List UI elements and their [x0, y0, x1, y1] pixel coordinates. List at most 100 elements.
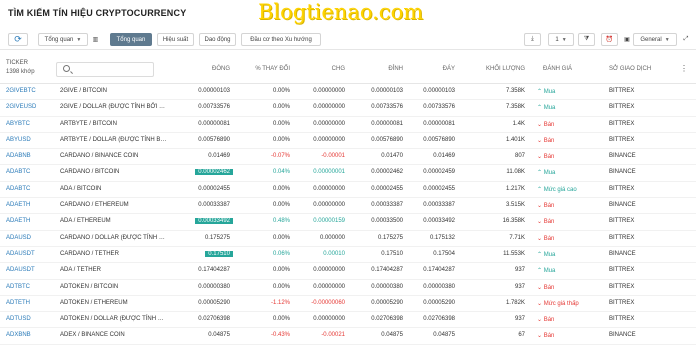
exchange: BITTREX: [609, 120, 635, 127]
table-row[interactable]: 2GIVEUSD 2GIVE / DOLLAR (ĐƯỢC TÍNH BỞI … 0…: [0, 100, 696, 117]
alert-button[interactable]: ⏰: [601, 33, 618, 46]
table-row[interactable]: ADAUSD CARDANO / DOLLAR (ĐƯỢC TÍNH … 0.175…: [0, 231, 696, 247]
ticker-symbol[interactable]: ADAUSDT: [6, 267, 35, 273]
col-header-last[interactable]: ĐÓNG: [150, 66, 230, 72]
table-row[interactable]: ADABTC CARDANO / BITCOIN 0.00002462 0.04% 0.…: [0, 165, 696, 182]
volume: 937: [514, 267, 525, 274]
last-price: 0.00000380: [198, 283, 230, 290]
high-price: 0.02706398: [371, 316, 403, 323]
more-options-icon[interactable]: ⋮: [680, 64, 688, 73]
ticker-search-input[interactable]: [56, 62, 154, 77]
exchange: BITTREX: [609, 136, 635, 143]
last-price: 0.00033492: [150, 218, 233, 225]
table-row[interactable]: ADAUSDT ADA / TETHER 0.17404287 0.00% 0.0000…: [0, 263, 696, 280]
ticker-symbol[interactable]: 2GIVEUSD: [6, 104, 36, 110]
volume: 16.358K: [502, 218, 525, 225]
col-header-low[interactable]: ĐÁY: [403, 66, 455, 72]
exchange: BITTREX: [609, 88, 635, 94]
table-row[interactable]: ADAUSDT CARDANO / TETHER 0.17510 0.06% 0.000…: [0, 247, 696, 264]
high-price: 0.00733576: [371, 104, 403, 111]
col-header-change[interactable]: CHG: [290, 66, 345, 72]
tab-trend[interactable]: Đầu cơ theo Xu hướng: [241, 33, 321, 46]
change-value: 0.00000000: [313, 202, 345, 209]
download-button[interactable]: ⤓: [524, 33, 541, 46]
last-price: 0.00000081: [198, 120, 230, 127]
volume: 7.358K: [505, 104, 525, 111]
arrow-down-icon: ⌄: [537, 154, 544, 161]
low-price: 0.00005290: [423, 299, 455, 306]
high-price: 0.01470: [381, 153, 403, 160]
ticker-symbol[interactable]: ADTBTC: [6, 284, 30, 290]
change-percent: 0.06%: [272, 250, 290, 257]
ticker-symbol[interactable]: ADAUSDT: [6, 251, 35, 257]
tab-overview[interactable]: Tổng quan: [110, 33, 152, 46]
table-row[interactable]: ADABTC ADA / BITCOIN 0.00002455 0.00% 0.0000…: [0, 182, 696, 199]
col-header-exchange[interactable]: SỞ GIAO DỊCH: [609, 66, 651, 72]
last-price: 0.00005290: [198, 299, 230, 306]
col-header-change-percent[interactable]: % THAY ĐỔI: [230, 66, 290, 72]
refresh-button[interactable]: ⟳: [8, 33, 28, 46]
screen-icon[interactable]: ▣: [623, 33, 631, 46]
volume: 11.08K: [506, 169, 525, 176]
ticker-description: 2GIVE / BITCOIN: [60, 88, 108, 94]
filter-button[interactable]: ⧩: [578, 33, 595, 46]
ticker-symbol[interactable]: ABYBTC: [6, 121, 30, 127]
col-header-rating[interactable]: ĐÁNH GIÁ: [543, 66, 572, 72]
low-price: 0.17504: [433, 250, 455, 257]
col-header-volume[interactable]: KHỐI LƯỢNG: [455, 66, 525, 72]
table-row[interactable]: ABYUSD ARTBYTE / DOLLAR (ĐƯỢC TÍNH B… 0.00…: [0, 133, 696, 150]
ticker-symbol[interactable]: ADAETH: [6, 202, 30, 208]
rating: ⌄ Bán: [537, 284, 555, 291]
page-title: TÌM KIẾM TÍN HIỆU CRYPTOCURRENCY: [8, 8, 187, 18]
exchange: BITTREX: [609, 104, 635, 111]
table-row[interactable]: ADAETH CARDANO / ETHEREUM 0.00033387 0.00% 0…: [0, 198, 696, 215]
change-percent: 0.04%: [272, 169, 290, 176]
rating: ⌄ Bán: [537, 317, 555, 324]
rating: ⌄ Bán: [537, 121, 555, 128]
ticker-symbol[interactable]: ADABTC: [6, 169, 30, 175]
table-row[interactable]: ADABNB CARDANO / BINANCE COIN 0.01469 -0.07…: [0, 149, 696, 166]
col-header-high[interactable]: ĐỈNH: [345, 66, 403, 72]
ticker-description: ARTBYTE / BITCOIN: [60, 120, 117, 127]
columns-icon[interactable]: ▥: [89, 33, 102, 46]
change-value: 0.000000: [319, 234, 345, 241]
arrow-down-icon: ⌄: [537, 219, 544, 226]
table-row[interactable]: ADTETH ADTOKEN / ETHEREUM 0.00005290 -1.12%…: [0, 296, 696, 313]
general-select[interactable]: General ▼: [633, 33, 677, 46]
volume: 3.515K: [505, 202, 525, 209]
ticker-symbol[interactable]: 2GIVEBTC: [6, 88, 36, 94]
ticker-symbol[interactable]: ADTETH: [6, 300, 30, 306]
arrow-down-icon: ⌄: [537, 121, 544, 128]
volume: 67: [518, 332, 525, 339]
ticker-description: ADA / BITCOIN: [60, 185, 102, 192]
table-row[interactable]: ADTBTC ADTOKEN / BITCOIN 0.00000380 0.00% 0.…: [0, 280, 696, 296]
last-price: 0.17510: [150, 250, 233, 257]
table-row[interactable]: ADTUSD ADTOKEN / DOLLAR (ĐƯỢC TÍNH … 0.027…: [0, 312, 696, 329]
ticker-symbol[interactable]: ADXBNB: [6, 332, 31, 338]
table-row[interactable]: ADXBNB ADEX / BINANCE COIN 0.04875 -0.43% -0…: [0, 328, 696, 345]
overview-select[interactable]: Tổng quan ▼: [38, 33, 88, 46]
volume: 1.401K: [505, 136, 525, 143]
fullscreen-icon[interactable]: ⤢: [680, 33, 692, 46]
table-row[interactable]: 2GIVEBTC 2GIVE / BITCOIN 0.00000103 0.00% 0.…: [0, 84, 696, 101]
ticker-description: ADTOKEN / DOLLAR (ĐƯỢC TÍNH …: [60, 316, 164, 323]
table-row[interactable]: ABYBTC ARTBYTE / BITCOIN 0.00000081 0.00% 0.…: [0, 117, 696, 133]
chevron-down-icon: ▼: [664, 36, 670, 43]
tab-oscillators[interactable]: Dao động: [199, 33, 236, 46]
low-price: 0.175132: [429, 234, 455, 241]
ticker-symbol[interactable]: ADAUSD: [6, 235, 31, 241]
ticker-symbol[interactable]: ADAETH: [6, 218, 30, 224]
ticker-symbol[interactable]: ABYUSD: [6, 137, 31, 143]
ticker-symbol[interactable]: ADABNB: [6, 153, 31, 159]
table-row[interactable]: ADAETH ADA / ETHEREUM 0.00033492 0.48% 0.000…: [0, 214, 696, 231]
high-price: 0.00000081: [371, 120, 403, 127]
rating: ⌃ Mua: [537, 170, 556, 177]
ticker-column-header[interactable]: TICKER 1398 khớp: [6, 59, 35, 77]
high-price: 0.00002455: [371, 185, 403, 192]
interval-select[interactable]: 1 ▼: [548, 33, 574, 46]
volume: 1.782K: [505, 299, 525, 306]
ticker-symbol[interactable]: ADABTC: [6, 186, 30, 192]
low-price: 0.00033387: [423, 202, 455, 209]
tab-performance[interactable]: Hiệu suất: [157, 33, 194, 46]
ticker-symbol[interactable]: ADTUSD: [6, 316, 31, 322]
